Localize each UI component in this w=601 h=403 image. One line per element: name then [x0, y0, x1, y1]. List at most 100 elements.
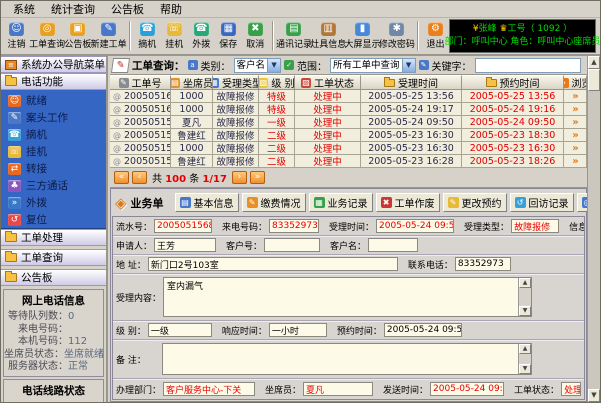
chevron-down-icon[interactable]: ▼ [402, 59, 415, 72]
customer-no-field[interactable] [264, 238, 320, 252]
bulletin-button[interactable]: ▣公告板 [64, 19, 91, 53]
category-select[interactable]: 客户名▼ [234, 58, 282, 73]
main-scrollbar[interactable]: ▲ ▼ [587, 56, 600, 402]
sidebar-item-three-way-call[interactable]: ♣三方通话 [1, 177, 106, 194]
column-header-level[interactable]: ▧级 别 [259, 75, 295, 90]
table-row[interactable]: @2005051538 鲁建红 故障报修 二级 处理中 2005-05-23 1… [110, 129, 587, 142]
hangup-button[interactable]: ☏挂机 [161, 19, 188, 53]
scroll-down-icon[interactable]: ▼ [519, 364, 531, 374]
sidebar-item-offhook[interactable]: ☎摘机 [1, 126, 106, 143]
scroll-up-icon[interactable]: ▲ [588, 56, 600, 69]
sidebar-item-hangup[interactable]: ☏挂机 [1, 143, 106, 160]
sidebar-group-workorder-process[interactable]: 工单处理 [1, 229, 106, 246]
scroll-up-icon[interactable]: ▲ [519, 344, 531, 354]
menu-bulletin-board[interactable]: 公告板 [103, 0, 152, 18]
response-time-field[interactable]: 一小时 [269, 323, 327, 337]
column-header-status[interactable]: ▨工单状态 [295, 75, 361, 90]
sidebar-group-bulletin[interactable]: 公告板 [1, 269, 106, 286]
menu-system[interactable]: 系统 [5, 0, 43, 18]
table-row[interactable]: @2005051640 1000 故障报修 特级 处理中 2005-05-24 … [110, 103, 587, 116]
callback-record-button[interactable]: ↺回访记录 [510, 193, 574, 212]
chevron-down-icon[interactable]: ▼ [267, 59, 280, 72]
column-header-browse[interactable]: »浏览 [564, 75, 587, 90]
appoint-time-field[interactable]: 2005-05-24 09:50 [384, 323, 462, 337]
logout-button[interactable]: ☺注销 [3, 19, 30, 53]
scope-select[interactable]: 所有工单中查询▼ [330, 58, 416, 73]
bulletin-icon: ▣ [70, 22, 85, 36]
accept-type-field[interactable]: 故障报修 [511, 219, 559, 233]
browse-hand-icon[interactable]: » [572, 143, 577, 154]
serial-field[interactable]: 2005051568 [154, 219, 212, 233]
workorder-search-button[interactable]: ◎工单查询 [30, 19, 64, 53]
toolbar-label: 挂机 [165, 37, 183, 50]
table-row[interactable]: @2005051661 1000 故障报修 特级 处理中 2005-05-25 … [110, 90, 587, 103]
prev-page-button[interactable]: ‹ [132, 171, 147, 184]
scroll-down-icon[interactable]: ▼ [519, 306, 531, 316]
column-header-agent[interactable]: ▤坐席员 [171, 75, 213, 90]
browse-hand-icon[interactable]: » [572, 117, 577, 128]
main-area: ✎ 工单查询： a 类别： 客户名▼ ✓ 范围： 所有工单中查询▼ ✎ 关键字：… [110, 56, 587, 402]
browse-hand-icon[interactable]: » [572, 91, 577, 102]
next-page-button[interactable]: › [232, 171, 247, 184]
save-button[interactable]: ▦保存 [215, 19, 242, 53]
workorder-status-field[interactable]: 处理中 [561, 382, 581, 396]
table-row[interactable]: @2005051568 夏凡 故障报修 一级 处理中 2005-05-24 09… [110, 116, 587, 129]
menu-help[interactable]: 帮助 [152, 0, 190, 18]
table-row[interactable]: @2005051537 鲁建红 故障报修 二级 处理中 2005-05-23 1… [110, 155, 587, 168]
info-label: 坐席员状态： [4, 349, 64, 362]
big-screen-button[interactable]: ▮大屏显示 [345, 19, 379, 53]
sidebar-item-ready[interactable]: ☺就绪 [1, 92, 106, 109]
column-header-type[interactable]: ▦受理类型 [213, 75, 259, 90]
new-workorder-button[interactable]: ✎新建工单 [92, 19, 126, 53]
sidebar-item-desk-work[interactable]: ✎案头工作 [1, 109, 106, 126]
send-time-field[interactable]: 2005-05-24 09:55 [430, 382, 504, 396]
textarea-scrollbar[interactable]: ▲▼ [518, 278, 531, 316]
level-field[interactable]: 一级 [148, 323, 212, 337]
remark-textarea[interactable]: ▲▼ [162, 343, 532, 375]
table-row[interactable]: @2005051539 1000 故障报修 二级 处理中 2005-05-23 … [110, 142, 587, 155]
dept-field[interactable]: 客户服务中心-下关 [163, 382, 255, 396]
scroll-up-icon[interactable]: ▲ [519, 278, 531, 288]
scroll-down-icon[interactable]: ▼ [588, 389, 600, 402]
payment-status-button[interactable]: ✎缴费情况 [242, 193, 306, 212]
accept-content-textarea[interactable]: 室内漏气 ▲▼ [163, 277, 532, 317]
first-page-button[interactable]: « [114, 171, 129, 184]
address-field[interactable]: 新门口2号103室 [148, 257, 398, 271]
menu-statistics-query[interactable]: 统计查询 [43, 0, 103, 18]
sidebar-item-transfer[interactable]: ⇄转接 [1, 160, 106, 177]
business-record-button[interactable]: ▦业务记录 [309, 193, 373, 212]
cancel-button[interactable]: ✖取消 [242, 19, 269, 53]
browse-hand-icon[interactable]: » [572, 156, 577, 167]
caller-field[interactable]: 83352973 [269, 219, 319, 233]
column-header-id[interactable]: ✎工单号 [110, 75, 171, 90]
scrollbar-thumb[interactable] [588, 69, 600, 91]
offhook-button[interactable]: ☎摘机 [134, 19, 161, 53]
group-label: 公告板 [21, 270, 53, 285]
cell-accept-time: 2005-05-23 16:30 [361, 129, 462, 142]
dialout-button[interactable]: ☎外拨 [188, 19, 215, 53]
textarea-scrollbar[interactable]: ▲▼ [518, 344, 531, 374]
basic-info-button[interactable]: ▤基本信息 [175, 193, 239, 212]
accept-time-field[interactable]: 2005-05-24 09:50 [376, 219, 454, 233]
keyword-input[interactable] [475, 58, 581, 73]
void-workorder-button[interactable]: ✖工单作废 [376, 193, 440, 212]
customer-name-field[interactable] [368, 238, 418, 252]
contact-field[interactable]: 83352973 [455, 257, 511, 271]
browse-hand-icon[interactable]: » [572, 104, 577, 115]
agent-field[interactable]: 夏凡 [303, 382, 373, 396]
stove-info-button[interactable]: ▥灶具信息 [311, 19, 345, 53]
sidebar-item-dialout[interactable]: »外拨 [1, 194, 106, 211]
sidebar-group-phone[interactable]: 电话功能 [1, 73, 106, 90]
applicant-label: 申请人： [116, 239, 152, 252]
column-header-accept-time[interactable]: 受理时间 [361, 75, 462, 90]
change-appointment-button[interactable]: ✎更改预约 [443, 193, 507, 212]
comm-log-button[interactable]: ▤通讯记录 [277, 19, 311, 53]
column-header-appoint-time[interactable]: 预约时间 [462, 75, 564, 90]
browse-hand-icon[interactable]: » [572, 130, 577, 141]
sidebar-item-reset[interactable]: ↺复位 [1, 211, 106, 228]
last-page-button[interactable]: » [250, 171, 265, 184]
sidebar-group-workorder-query[interactable]: 工单查询 [1, 249, 106, 266]
change-password-button[interactable]: ✱修改密码 [380, 19, 414, 53]
cell-id: @2005051538 [110, 129, 171, 142]
applicant-field[interactable]: 王芳 [154, 238, 216, 252]
